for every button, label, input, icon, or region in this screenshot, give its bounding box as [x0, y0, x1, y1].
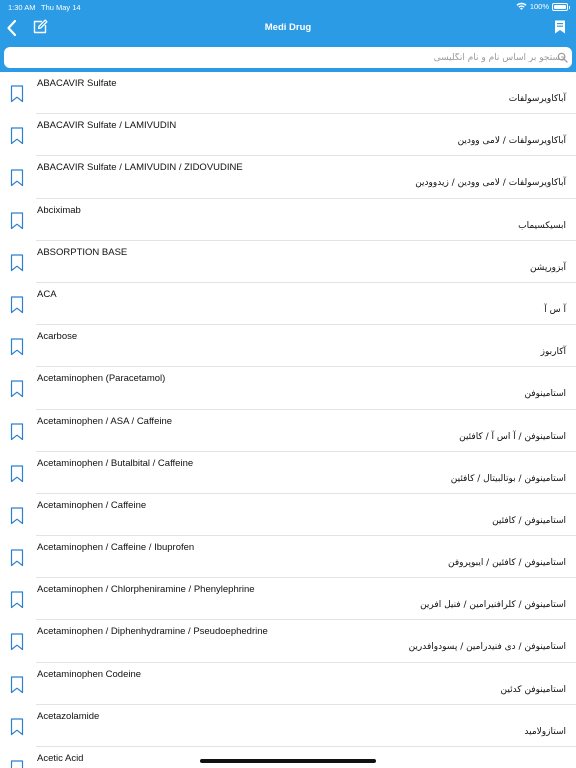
- drug-row[interactable]: Abciximab ابسیکسیماب: [0, 199, 576, 241]
- drug-name-persian: آباکاویرسولفات / لامی وودین: [457, 136, 566, 147]
- drug-name-persian: آکاربوز: [540, 347, 566, 358]
- drug-list[interactable]: ABACAVIR Sulfate آباکاویرسولفات ABACAVIR…: [0, 72, 576, 768]
- app-screen: 1:30 AM Thu May 14 100% Medi Drug جستجو …: [0, 0, 576, 768]
- drug-name-english: Acetaminophen / Caffeine: [37, 499, 147, 511]
- drug-row[interactable]: ABACAVIR Sulfate / LAMIVUDIN آباکاویرسول…: [0, 114, 576, 157]
- battery-icon: [552, 2, 570, 11]
- bookmark-icon[interactable]: [10, 254, 24, 272]
- drug-name-persian: استامینوفن / آ اس آ / کافئین: [459, 431, 566, 442]
- drug-name-english: Acarbose: [37, 331, 78, 343]
- drug-name-persian: استامینوفن: [524, 389, 566, 400]
- status-time: 1:30 AM: [8, 3, 36, 12]
- drug-name-english: ABACAVIR Sulfate / LAMIVUDIN / ZIDOVUDIN…: [37, 162, 243, 174]
- drug-row[interactable]: Acarbose آکاربوز: [0, 325, 576, 368]
- bookmark-icon[interactable]: [10, 127, 24, 145]
- drug-name-english: Acetaminophen / Chlorpheniramine / Pheny…: [37, 584, 255, 596]
- drug-row[interactable]: ABSORPTION BASE آبزورپشن: [0, 241, 576, 284]
- drug-row[interactable]: Acetazolamide استازولامید: [0, 705, 576, 748]
- bookmark-icon[interactable]: [10, 338, 24, 356]
- drug-row[interactable]: Acetaminophen / Diphenhydramine / Pseudo…: [0, 620, 576, 663]
- bookmark-icon[interactable]: [10, 211, 24, 230]
- drug-name-persian: استامینوفن / بوتالبیتال / کافئین: [450, 473, 566, 484]
- drug-name-english: ACA: [37, 288, 57, 300]
- drug-name-persian: استامینوفن / کافئین / ایبوپروفن: [447, 558, 566, 569]
- bookmarks-list-icon[interactable]: [554, 20, 566, 34]
- drug-name-persian: استامینوفن / دی فنیدرامین / پسودوافدرین: [408, 642, 566, 653]
- search-icon: [557, 52, 568, 63]
- drug-name-persian: آبزورپشن: [529, 262, 566, 273]
- drug-name-english: ABSORPTION BASE: [37, 246, 128, 258]
- drug-name-persian: استامینوفن / کلرافنیرامین / فنیل افرین: [420, 600, 566, 611]
- drug-name-english: ABACAVIR Sulfate: [37, 78, 117, 89]
- bookmark-icon[interactable]: [10, 507, 24, 525]
- bookmark-icon[interactable]: [10, 718, 24, 736]
- drug-row[interactable]: ABACAVIR Sulfate آباکاویرسولفات: [0, 72, 576, 115]
- bookmark-icon[interactable]: [10, 549, 24, 567]
- top-bar: 1:30 AM Thu May 14 100% Medi Drug: [0, 0, 576, 72]
- drug-row[interactable]: Acetic Acid: [0, 747, 576, 768]
- battery-percent: 100%: [529, 2, 549, 11]
- search-bar: [4, 47, 572, 69]
- drug-name-english: Acetaminophen / Diphenhydramine / Pseudo…: [37, 626, 268, 638]
- drug-name-english: Acetaminophen (Paracetamol): [37, 373, 166, 385]
- bookmark-icon[interactable]: [10, 422, 24, 441]
- drug-row[interactable]: Acetaminophen / Caffeine / Ibuprofen است…: [0, 536, 576, 579]
- navigation-bar: Medi Drug: [0, 14, 576, 42]
- drug-name-english: Acetaminophen / Butalbital / Caffeine: [37, 457, 194, 469]
- bookmark-icon[interactable]: [10, 676, 24, 694]
- bookmark-icon[interactable]: [10, 760, 24, 768]
- status-bar: 1:30 AM Thu May 14 100%: [0, 0, 576, 14]
- drug-name-english: Acetic Acid: [37, 753, 84, 764]
- drug-row[interactable]: Acetaminophen / Chlorpheniramine / Pheny…: [0, 578, 576, 621]
- drug-name-persian: استازولامید: [524, 726, 566, 737]
- status-right: 100%: [516, 2, 570, 11]
- wifi-icon: [516, 2, 527, 10]
- search-input[interactable]: [4, 47, 572, 69]
- drug-name-english: Acetaminophen Codeine: [37, 668, 142, 680]
- bookmark-icon[interactable]: [10, 465, 24, 483]
- status-date: Thu May 14: [41, 3, 81, 12]
- drug-name-english: Acetaminophen / Caffeine / Ibuprofen: [37, 542, 195, 554]
- bookmark-icon[interactable]: [10, 169, 24, 187]
- home-indicator[interactable]: [200, 759, 376, 763]
- bookmark-icon[interactable]: [10, 591, 24, 609]
- drug-row[interactable]: Acetaminophen Codeine استامینوفن کدئین: [0, 663, 576, 706]
- bookmark-icon[interactable]: [10, 85, 24, 103]
- drug-name-persian: ابسیکسیماب: [518, 220, 566, 231]
- drug-name-persian: استامینوفن کدئین: [500, 684, 567, 695]
- drug-name-english: Abciximab: [37, 204, 81, 216]
- bookmark-icon[interactable]: [10, 380, 24, 398]
- drug-row[interactable]: ACA آ س آ: [0, 283, 576, 326]
- drug-name-persian: آباکاویرسولفات: [508, 94, 566, 104]
- drug-name-persian: آباکاویرسولفات / لامی وودین / زیدوودین: [415, 178, 566, 189]
- bookmark-icon[interactable]: [10, 296, 24, 314]
- drug-name-persian: آ س آ: [544, 304, 566, 315]
- drug-row[interactable]: ABACAVIR Sulfate / LAMIVUDIN / ZIDOVUDIN…: [0, 156, 576, 199]
- drug-row[interactable]: Acetaminophen / ASA / Caffeine استامینوف…: [0, 410, 576, 452]
- drug-name-english: Acetazolamide: [37, 710, 100, 722]
- page-title: Medi Drug: [264, 22, 312, 33]
- drug-row[interactable]: Acetaminophen / Caffeine استامینوفن / کا…: [0, 494, 576, 537]
- bookmark-icon[interactable]: [10, 633, 24, 651]
- drug-row[interactable]: Acetaminophen / Butalbital / Caffeine اس…: [0, 452, 576, 495]
- drug-row[interactable]: Acetaminophen (Paracetamol) استامینوفن: [0, 367, 576, 410]
- drug-name-persian: استامینوفن / کافئین: [492, 515, 566, 526]
- drug-name-english: Acetaminophen / ASA / Caffeine: [37, 415, 173, 427]
- drug-name-english: ABACAVIR Sulfate / LAMIVUDIN: [37, 120, 177, 132]
